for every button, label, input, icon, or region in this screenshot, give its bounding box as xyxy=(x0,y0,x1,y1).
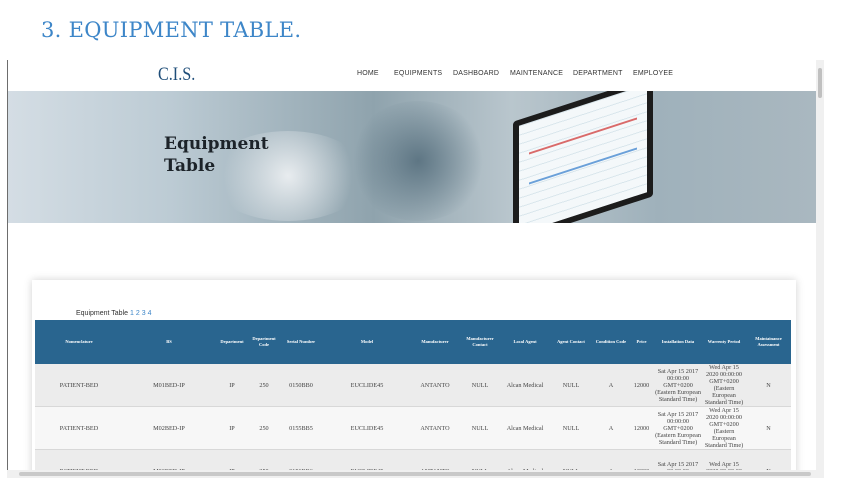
table-cell: M02BED-IP xyxy=(123,406,215,450)
column-header[interactable]: Local Agent xyxy=(501,320,549,364)
document-heading: 3. EQUIPMENT TABLE. xyxy=(41,18,302,42)
table-row[interactable]: PATIENT-BED M02BED-IP IP 250 0155BB5 EUCLIDE4… xyxy=(35,406,791,450)
nav-home[interactable]: HOME xyxy=(357,70,379,77)
table-cell: Wed Apr 15 2020 00:00:00 GMT+0200 (Easte… xyxy=(702,406,746,450)
table-cell: EUCLIDE45 xyxy=(323,406,411,450)
table-cell: ANTANTO xyxy=(411,406,459,450)
column-header[interactable]: Serial Number xyxy=(279,320,323,364)
hero-title: Equipment Table xyxy=(164,134,269,176)
table-cell: 0155BB5 xyxy=(279,406,323,450)
table-cell: NULL xyxy=(459,364,501,407)
nav-department[interactable]: DEPARTMENT xyxy=(573,70,623,77)
nav-equipments[interactable]: EQUIPMENTS xyxy=(394,70,442,77)
table-cell: N xyxy=(746,406,791,450)
table-body: PATIENT-BED M01BED-IP IP 250 0150BB0 EUCLIDE4… xyxy=(35,364,791,478)
column-header[interactable]: Agent Contact xyxy=(549,320,593,364)
table-cell: Sat Apr 15 2017 00:00:00 GMT+0200 (Easte… xyxy=(654,406,702,450)
page-link-1[interactable]: 1 xyxy=(130,310,134,317)
site-navbar: C.I.S. HOME EQUIPMENTS DASHBOARD MAINTEN… xyxy=(8,60,820,91)
table-cell: NULL xyxy=(459,406,501,450)
equipment-table: Nomenclature BS Department Department Co… xyxy=(35,320,791,478)
nav-maintenance[interactable]: MAINTENANCE xyxy=(510,70,563,77)
horizontal-scroll-thumb[interactable] xyxy=(19,472,811,476)
vertical-scroll-thumb[interactable] xyxy=(818,68,822,98)
nav-dashboard[interactable]: DASHBOARD xyxy=(453,70,499,77)
table-cell: NULL xyxy=(549,364,593,407)
table-cell: 12000 xyxy=(629,406,654,450)
table-cell: A xyxy=(593,406,629,450)
column-header[interactable]: Maintainance Assessment xyxy=(746,320,791,364)
vertical-scrollbar[interactable] xyxy=(816,60,824,478)
column-header[interactable]: Condition Code xyxy=(593,320,629,364)
table-cell: IP xyxy=(215,364,249,407)
table-cell: Alcan Medical xyxy=(501,364,549,407)
table-cell: IP xyxy=(215,406,249,450)
column-header[interactable]: Installation Data xyxy=(654,320,702,364)
column-header[interactable]: Manufacturer Contact xyxy=(459,320,501,364)
page-link-2[interactable]: 2 xyxy=(136,310,140,317)
column-header[interactable]: Department xyxy=(215,320,249,364)
table-cell: NULL xyxy=(549,406,593,450)
browser-viewport: C.I.S. HOME EQUIPMENTS DASHBOARD MAINTEN… xyxy=(7,60,825,478)
column-header[interactable]: Model xyxy=(323,320,411,364)
table-cell: 250 xyxy=(249,406,279,450)
table-cell: 0150BB0 xyxy=(279,364,323,407)
monitor-image xyxy=(513,91,653,223)
table-header-row: Nomenclature BS Department Department Co… xyxy=(35,320,791,364)
table-cell: EUCLIDE45 xyxy=(323,364,411,407)
table-cell: ANTANTO xyxy=(411,364,459,407)
hero-banner: Equipment Table xyxy=(8,91,820,223)
column-header[interactable]: Price xyxy=(629,320,654,364)
table-row[interactable]: PATIENT-BED M01BED-IP IP 250 0150BB0 EUCLIDE4… xyxy=(35,364,791,407)
table-cell: Wed Apr 15 2020 00:00:00 GMT+0200 (Easte… xyxy=(702,364,746,407)
table-cell: 12000 xyxy=(629,364,654,407)
column-header[interactable]: Warrenty Period xyxy=(702,320,746,364)
table-cell: N xyxy=(746,364,791,407)
column-header[interactable]: Nomenclature xyxy=(35,320,123,364)
equipment-table-card: Equipment Table 1 2 3 4 Nomenclature BS … xyxy=(32,280,796,478)
column-header[interactable]: BS xyxy=(123,320,215,364)
hero-doctor-image xyxy=(348,101,488,221)
site-logo[interactable]: C.I.S. xyxy=(158,64,195,86)
page-link-4[interactable]: 4 xyxy=(148,310,152,317)
table-cell: PATIENT-BED xyxy=(35,406,123,450)
table-cell: M01BED-IP xyxy=(123,364,215,407)
table-cell: Alcan Medical xyxy=(501,406,549,450)
column-header[interactable]: Department Code xyxy=(249,320,279,364)
table-caption: Equipment Table 1 2 3 4 xyxy=(76,310,151,317)
table-cell: PATIENT-BED xyxy=(35,364,123,407)
table-caption-label: Equipment Table xyxy=(76,310,129,317)
nav-employee[interactable]: EMPLOYEE xyxy=(633,70,673,77)
column-header[interactable]: Manufacturer xyxy=(411,320,459,364)
horizontal-scrollbar[interactable] xyxy=(7,470,824,478)
table-cell: 250 xyxy=(249,364,279,407)
table-cell: Sat Apr 15 2017 00:00:00 GMT+0200 (Easte… xyxy=(654,364,702,407)
table-cell: A xyxy=(593,364,629,407)
page-link-3[interactable]: 3 xyxy=(142,310,146,317)
